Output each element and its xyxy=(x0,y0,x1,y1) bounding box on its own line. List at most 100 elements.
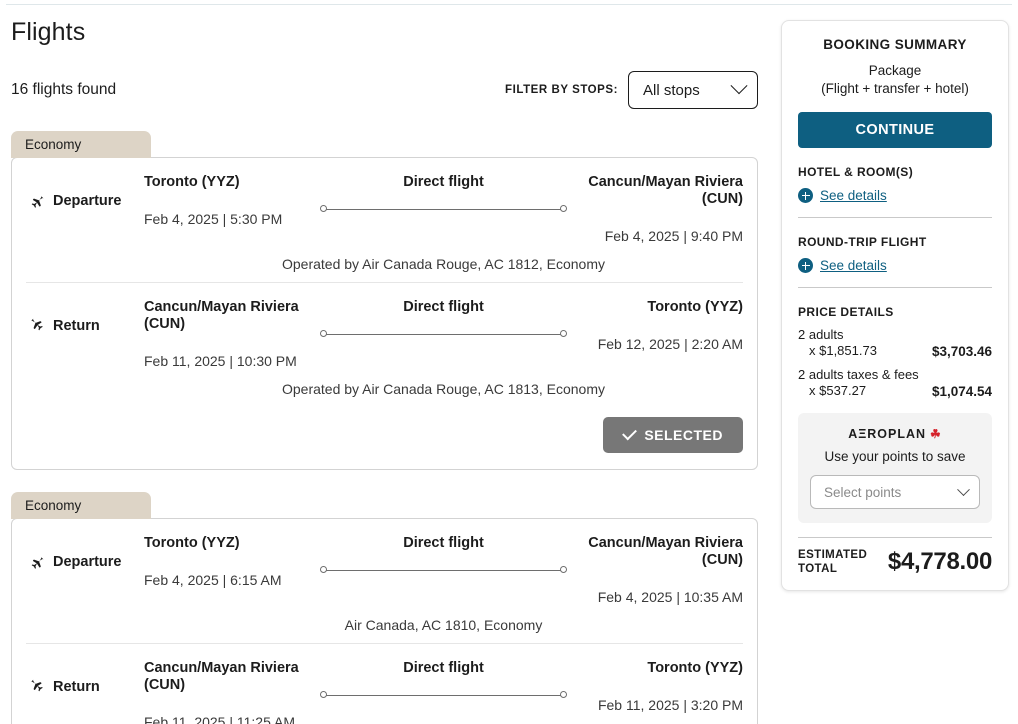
flight-see-details-link[interactable]: See details xyxy=(820,258,887,273)
destination-datetime: Feb 11, 2025 | 3:20 PM xyxy=(573,697,743,713)
estimated-total-label-line-1: ESTIMATED xyxy=(798,548,867,562)
origin-block: Cancun/Mayan Riviera (CUN) Feb 11, 2025 … xyxy=(144,299,314,369)
destination-datetime: Feb 4, 2025 | 10:35 AM xyxy=(573,589,743,605)
hotel-rooms-heading: HOTEL & ROOM(S) xyxy=(798,165,992,179)
price-row: 2 adults x $1,851.73 $3,703.46 xyxy=(798,327,992,359)
origin-datetime: Feb 11, 2025 | 10:30 PM xyxy=(144,353,314,369)
flight-leg-departure: Departure Toronto (YYZ) Feb 4, 2025 | 5:… xyxy=(26,158,743,282)
stops-block: Direct flight xyxy=(314,299,573,339)
leg-details: Toronto (YYZ) Feb 4, 2025 | 6:15 AM Dire… xyxy=(144,535,743,633)
price-description: 2 adults taxes & fees x $537.27 xyxy=(798,367,919,399)
route-line-graphic xyxy=(320,204,567,214)
route-destination-dot xyxy=(560,691,567,698)
stops-label: Direct flight xyxy=(320,660,567,676)
package-description: Package (Flight + transfer + hotel) xyxy=(798,62,992,98)
origin-city: Cancun/Mayan Riviera (CUN) xyxy=(144,660,314,694)
destination-city: Toronto (YYZ) xyxy=(573,660,743,677)
package-line-2: (Flight + transfer + hotel) xyxy=(798,80,992,98)
section-divider xyxy=(798,217,992,218)
leg-direction-departure: Departure xyxy=(26,174,144,210)
leg-direction-return: Return xyxy=(26,660,144,696)
estimated-total-label-line-2: TOTAL xyxy=(798,562,867,576)
price-label: 2 adults xyxy=(798,327,844,342)
plus-circle-icon xyxy=(798,188,813,203)
leg-details: Cancun/Mayan Riviera (CUN) Feb 11, 2025 … xyxy=(144,299,743,397)
leg-direction-departure: Departure xyxy=(26,535,144,571)
stops-label: Direct flight xyxy=(320,299,567,315)
price-multiplier: x $537.27 xyxy=(798,383,919,399)
flights-search-page: Flights 16 flights found FILTER BY STOPS… xyxy=(0,0,1018,724)
destination-city: Cancun/Mayan Riviera (CUN) xyxy=(573,535,743,569)
filter-by-stops-select[interactable]: All stops xyxy=(628,71,758,109)
round-trip-flight-heading: ROUND-TRIP FLIGHT xyxy=(798,235,992,249)
flight-option: Economy Departure Toronto (YYZ) Feb 4 xyxy=(0,131,770,470)
stops-block: Direct flight xyxy=(314,174,573,214)
flight-leg-departure: Departure Toronto (YYZ) Feb 4, 2025 | 6:… xyxy=(26,519,743,643)
select-points-dropdown[interactable]: Select points xyxy=(810,475,980,509)
destination-block: Toronto (YYZ) Feb 11, 2025 | 3:20 PM xyxy=(573,660,743,713)
page-title: Flights xyxy=(11,10,770,47)
booking-summary-title: BOOKING SUMMARY xyxy=(798,37,992,52)
selected-button-label: SELECTED xyxy=(644,427,723,443)
route-bar xyxy=(324,209,563,210)
price-description: 2 adults x $1,851.73 xyxy=(798,327,877,359)
top-divider xyxy=(6,4,1012,5)
hotel-see-details-link[interactable]: See details xyxy=(820,188,887,203)
cabin-class-tab: Economy xyxy=(11,131,151,158)
results-toolbar: 16 flights found FILTER BY STOPS: All st… xyxy=(11,71,758,109)
route-destination-dot xyxy=(560,566,567,573)
selected-button[interactable]: SELECTED xyxy=(603,417,743,453)
flight-results-column: Flights 16 flights found FILTER BY STOPS… xyxy=(0,10,770,724)
plus-circle-icon xyxy=(798,258,813,273)
card-actions: SELECTED xyxy=(26,407,743,469)
operator-info: Operated by Air Canada Rouge, AC 1812, E… xyxy=(144,256,743,272)
aeroplan-panel: AΞROPLAN ☘ Use your points to save Selec… xyxy=(798,413,992,523)
operator-info: Operated by Air Canada Rouge, AC 1813, E… xyxy=(144,381,743,397)
stops-label: Direct flight xyxy=(320,174,567,190)
origin-city: Toronto (YYZ) xyxy=(144,174,314,191)
origin-block: Toronto (YYZ) Feb 4, 2025 | 5:30 PM xyxy=(144,174,314,227)
price-row: 2 adults taxes & fees x $537.27 $1,074.5… xyxy=(798,367,992,399)
continue-button[interactable]: CONTINUE xyxy=(798,112,992,148)
flight-leg-return: Return Cancun/Mayan Riviera (CUN) Feb 11… xyxy=(26,643,743,724)
route-origin-dot xyxy=(320,691,327,698)
destination-block: Cancun/Mayan Riviera (CUN) Feb 4, 2025 |… xyxy=(573,174,743,244)
package-line-1: Package xyxy=(798,62,992,80)
route-bar xyxy=(324,334,563,335)
route-bar xyxy=(324,570,563,571)
leg-direction-return: Return xyxy=(26,299,144,335)
origin-datetime: Feb 11, 2025 | 11:25 AM xyxy=(144,714,314,724)
select-points-placeholder: Select points xyxy=(824,485,901,500)
route-destination-dot xyxy=(560,330,567,337)
hotel-see-details-row[interactable]: See details xyxy=(798,188,992,203)
flight-option: Economy Departure Toronto (YYZ) Feb 4 xyxy=(0,492,770,724)
flight-card: Departure Toronto (YYZ) Feb 4, 2025 | 5:… xyxy=(11,157,758,470)
price-label: 2 adults taxes & fees xyxy=(798,367,919,382)
route-bar xyxy=(324,695,563,696)
results-count: 16 flights found xyxy=(11,81,116,99)
chevron-down-icon xyxy=(731,77,748,94)
leg-details: Cancun/Mayan Riviera (CUN) Feb 11, 2025 … xyxy=(144,660,743,724)
price-details-heading: PRICE DETAILS xyxy=(798,305,992,319)
price-amount: $3,703.46 xyxy=(932,344,992,359)
total-divider xyxy=(798,537,992,538)
estimated-total-label: ESTIMATED TOTAL xyxy=(798,548,867,576)
destination-block: Toronto (YYZ) Feb 12, 2025 | 2:20 AM xyxy=(573,299,743,352)
destination-datetime: Feb 12, 2025 | 2:20 AM xyxy=(573,336,743,352)
estimated-total-amount: $4,778.00 xyxy=(888,548,992,576)
destination-block: Cancun/Mayan Riviera (CUN) Feb 4, 2025 |… xyxy=(573,535,743,605)
route-destination-dot xyxy=(560,205,567,212)
destination-city: Toronto (YYZ) xyxy=(573,299,743,316)
origin-city: Toronto (YYZ) xyxy=(144,535,314,552)
filter-by-stops-group: FILTER BY STOPS: All stops xyxy=(505,71,758,109)
flight-see-details-row[interactable]: See details xyxy=(798,258,992,273)
filter-by-stops-label: FILTER BY STOPS: xyxy=(505,84,618,96)
leg-direction-label: Return xyxy=(53,318,100,334)
origin-block: Toronto (YYZ) Feb 4, 2025 | 6:15 AM xyxy=(144,535,314,588)
route-line-graphic xyxy=(320,329,567,339)
route-line-graphic xyxy=(320,690,567,700)
leg-details: Toronto (YYZ) Feb 4, 2025 | 5:30 PM Dire… xyxy=(144,174,743,272)
section-divider xyxy=(798,287,992,288)
operator-info: Air Canada, AC 1810, Economy xyxy=(144,617,743,633)
stops-block: Direct flight xyxy=(314,535,573,575)
